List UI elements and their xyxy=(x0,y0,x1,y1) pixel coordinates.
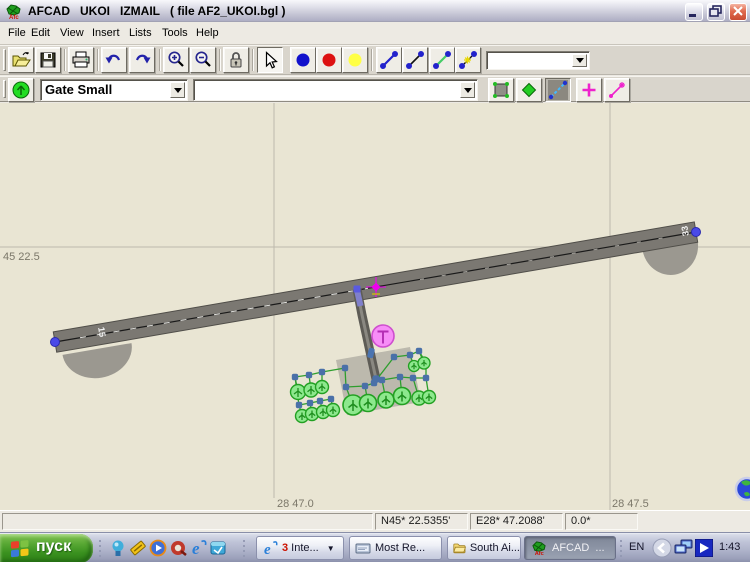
svg-text:15: 15 xyxy=(96,326,107,337)
svg-text:28 47.5: 28 47.5 xyxy=(612,498,649,510)
svg-text:45 22.5: 45 22.5 xyxy=(3,251,40,263)
svg-text:e: e xyxy=(264,542,271,556)
svg-text:e: e xyxy=(192,539,200,558)
svg-text:Afc: Afc xyxy=(9,15,19,20)
svg-text:28 47.0: 28 47.0 xyxy=(277,498,314,510)
svg-text:Afc: Afc xyxy=(535,551,544,556)
svg-text:33: 33 xyxy=(679,225,690,236)
